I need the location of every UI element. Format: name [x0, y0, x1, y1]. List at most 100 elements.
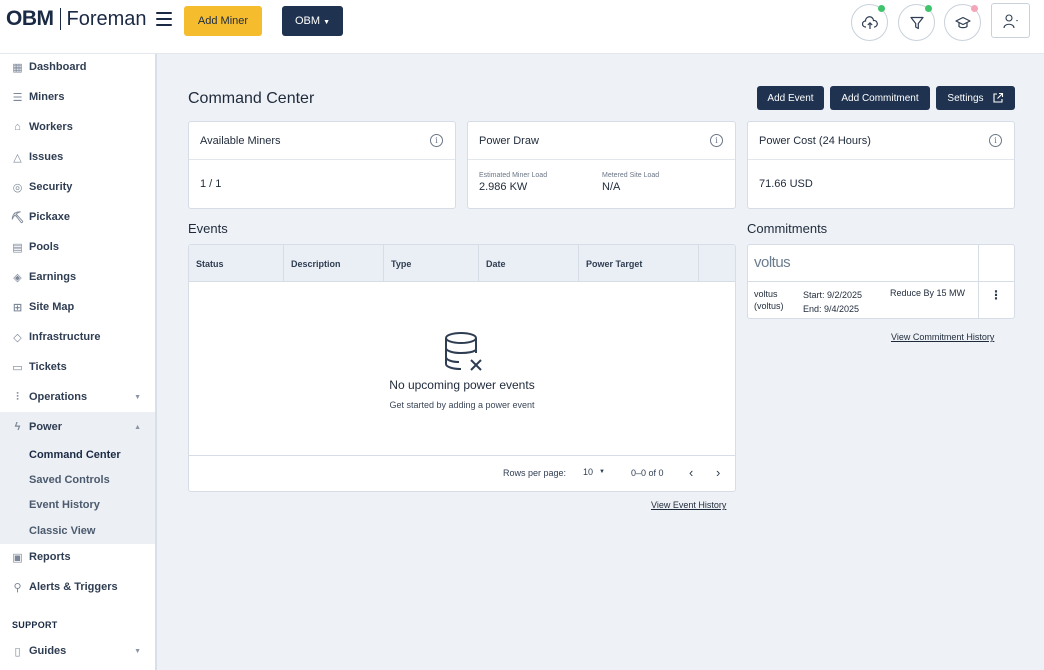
- events-pagination: Rows per page: 10 ▼ 0–0 of 0 ‹ ›: [189, 455, 735, 491]
- graduation-cap-icon: [954, 16, 971, 28]
- commitment-reduction: Reduce By 15 MW: [890, 288, 966, 298]
- filter-button[interactable]: [898, 4, 935, 41]
- sidebar-item-label: Alerts & Triggers: [29, 581, 118, 593]
- commitment-name: voltus: [754, 289, 778, 299]
- add-commitment-button[interactable]: Add Commitment: [830, 86, 930, 110]
- info-icon[interactable]: i: [710, 134, 723, 147]
- sliders-icon: ⫶: [16, 390, 19, 403]
- events-table-header: Status Description Type Date Power Targe…: [189, 245, 735, 282]
- power-cost-card: Power Cost (24 Hours) i 71.66 USD: [747, 121, 1015, 209]
- rows-per-page-value: 10: [583, 467, 594, 477]
- estimated-load-value: 2.986 KW: [479, 181, 528, 193]
- sidebar-item-pools[interactable]: ▤ Pools: [0, 234, 155, 260]
- chevron-down-icon: ▼: [134, 393, 141, 401]
- sidebar-item-reports[interactable]: ▣ Reports: [0, 544, 155, 570]
- card-title: Available Miners: [200, 134, 281, 147]
- rows-per-page-select[interactable]: 10 ▼: [583, 467, 605, 477]
- add-miner-button[interactable]: Add Miner: [184, 6, 262, 36]
- external-link-icon: [993, 92, 1003, 103]
- chevron-down-icon: ▼: [134, 647, 141, 655]
- sidebar-item-label: Guides: [29, 645, 67, 657]
- column-header-status[interactable]: Status: [189, 245, 284, 282]
- sidebar-subitem-event-history[interactable]: Event History: [29, 499, 100, 511]
- chevron-left-icon[interactable]: ‹: [689, 465, 693, 480]
- sidebar-item-infrastructure[interactable]: ◇ Infrastructure: [0, 324, 155, 350]
- available-miners-value: 1 / 1: [200, 178, 222, 190]
- info-icon[interactable]: i: [430, 134, 443, 147]
- sidebar-item-workers[interactable]: ⌂ Workers: [0, 114, 155, 140]
- column-header-power-target[interactable]: Power Target: [579, 245, 699, 282]
- sidebar-item-power[interactable]: ϟ Power ▲: [0, 414, 155, 440]
- status-dot: [925, 5, 932, 12]
- user-menu-button[interactable]: [991, 3, 1030, 38]
- sidebar-item-guides[interactable]: ▯ Guides ▼: [0, 638, 155, 664]
- commitment-header-row: voltus: [748, 245, 1014, 282]
- rows-per-page-label: Rows per page:: [503, 468, 567, 478]
- column-header-description[interactable]: Description: [284, 245, 384, 282]
- support-section-label: SUPPORT: [12, 620, 58, 630]
- sidebar: ▦ Dashboard ☰ Miners ⌂ Workers △ Issues ◎ Sec…: [0, 54, 157, 670]
- chevron-right-icon[interactable]: ›: [716, 465, 720, 480]
- sidebar-item-label: Tickets: [29, 361, 67, 373]
- upload-button[interactable]: [851, 4, 888, 41]
- info-icon[interactable]: i: [989, 134, 1002, 147]
- chevron-up-icon: ▲: [134, 423, 141, 431]
- column-header-date[interactable]: Date: [479, 245, 579, 282]
- power-draw-card: Power Draw i Estimated Miner Load 2.986 K…: [467, 121, 736, 209]
- pagination-range: 0–0 of 0: [631, 468, 664, 478]
- column-divider: [978, 245, 979, 282]
- ticket-icon: ▭: [12, 361, 23, 374]
- alert-icon: ⚲: [13, 581, 22, 594]
- card-title: Power Cost (24 Hours): [759, 134, 871, 147]
- view-commitment-history-link[interactable]: View Commitment History: [891, 332, 994, 342]
- commitment-name-sub: (voltus): [754, 301, 784, 311]
- commitment-row: voltus (voltus) Start: 9/2/2025 End: 9/4…: [748, 282, 1014, 318]
- sidebar-item-pickaxe[interactable]: ⛏ Pickaxe: [0, 204, 155, 230]
- sidebar-item-miners[interactable]: ☰ Miners: [0, 84, 155, 110]
- sidebar-subitem-command-center[interactable]: Command Center: [29, 449, 121, 461]
- sidebar-item-label: Pickaxe: [29, 211, 70, 223]
- view-event-history-link[interactable]: View Event History: [651, 500, 726, 510]
- events-title: Events: [188, 221, 228, 236]
- sidebar-item-operations[interactable]: ⫶ Operations ▼: [0, 384, 155, 410]
- column-header-type[interactable]: Type: [384, 245, 479, 282]
- sidebar-item-security[interactable]: ◎ Security: [0, 174, 155, 200]
- sidebar-item-label: Operations: [29, 391, 88, 403]
- logo-divider: [59, 8, 61, 30]
- settings-label: Settings: [947, 92, 984, 104]
- sidebar-item-label: Site Map: [29, 301, 75, 313]
- sidebar-item-label: Power: [29, 421, 63, 433]
- status-dot: [878, 5, 885, 12]
- sidebar-subitem-saved-controls[interactable]: Saved Controls: [29, 474, 110, 486]
- report-icon: ▣: [12, 551, 23, 564]
- add-event-button[interactable]: Add Event: [757, 86, 824, 110]
- caret-down-icon: ▼: [323, 19, 331, 26]
- more-options-icon[interactable]: ⋮: [990, 289, 1002, 301]
- sidebar-item-tickets[interactable]: ▭ Tickets: [0, 354, 155, 380]
- foreman-logo[interactable]: OBM Foreman: [6, 7, 147, 30]
- sidebar-item-site-map[interactable]: ⊞ Site Map: [0, 294, 155, 320]
- database-x-icon: [445, 332, 482, 371]
- layers-icon: ◇: [13, 331, 22, 344]
- filter-icon: [909, 16, 924, 29]
- commitments-title: Commitments: [747, 221, 828, 236]
- settings-button[interactable]: Settings: [936, 86, 1015, 110]
- map-icon: ⊞: [12, 301, 23, 314]
- sidebar-subitem-classic-view[interactable]: Classic View: [29, 525, 95, 537]
- column-divider: [978, 282, 979, 318]
- shield-icon: ◎: [12, 181, 23, 194]
- sidebar-item-alerts-triggers[interactable]: ⚲ Alerts & Triggers: [0, 574, 155, 600]
- commitments-table: voltus voltus (voltus) Start: 9/2/2025 E…: [747, 244, 1015, 319]
- commitment-start: Start: 9/2/2025: [803, 290, 863, 300]
- warning-icon: △: [13, 151, 22, 164]
- empty-state-title: No upcoming power events: [389, 378, 535, 392]
- user-icon: [1002, 13, 1018, 28]
- page-title: Command Center: [188, 90, 315, 107]
- learning-button[interactable]: [944, 4, 981, 41]
- org-dropdown-button[interactable]: OBM ▼: [282, 6, 343, 36]
- sidebar-item-dashboard[interactable]: ▦ Dashboard: [0, 54, 155, 80]
- sidebar-item-earnings[interactable]: ◈ Earnings: [0, 264, 155, 290]
- sidebar-item-issues[interactable]: △ Issues: [0, 144, 155, 170]
- caret-down-icon: ▼: [599, 469, 605, 475]
- menu-toggle-icon[interactable]: [156, 12, 172, 26]
